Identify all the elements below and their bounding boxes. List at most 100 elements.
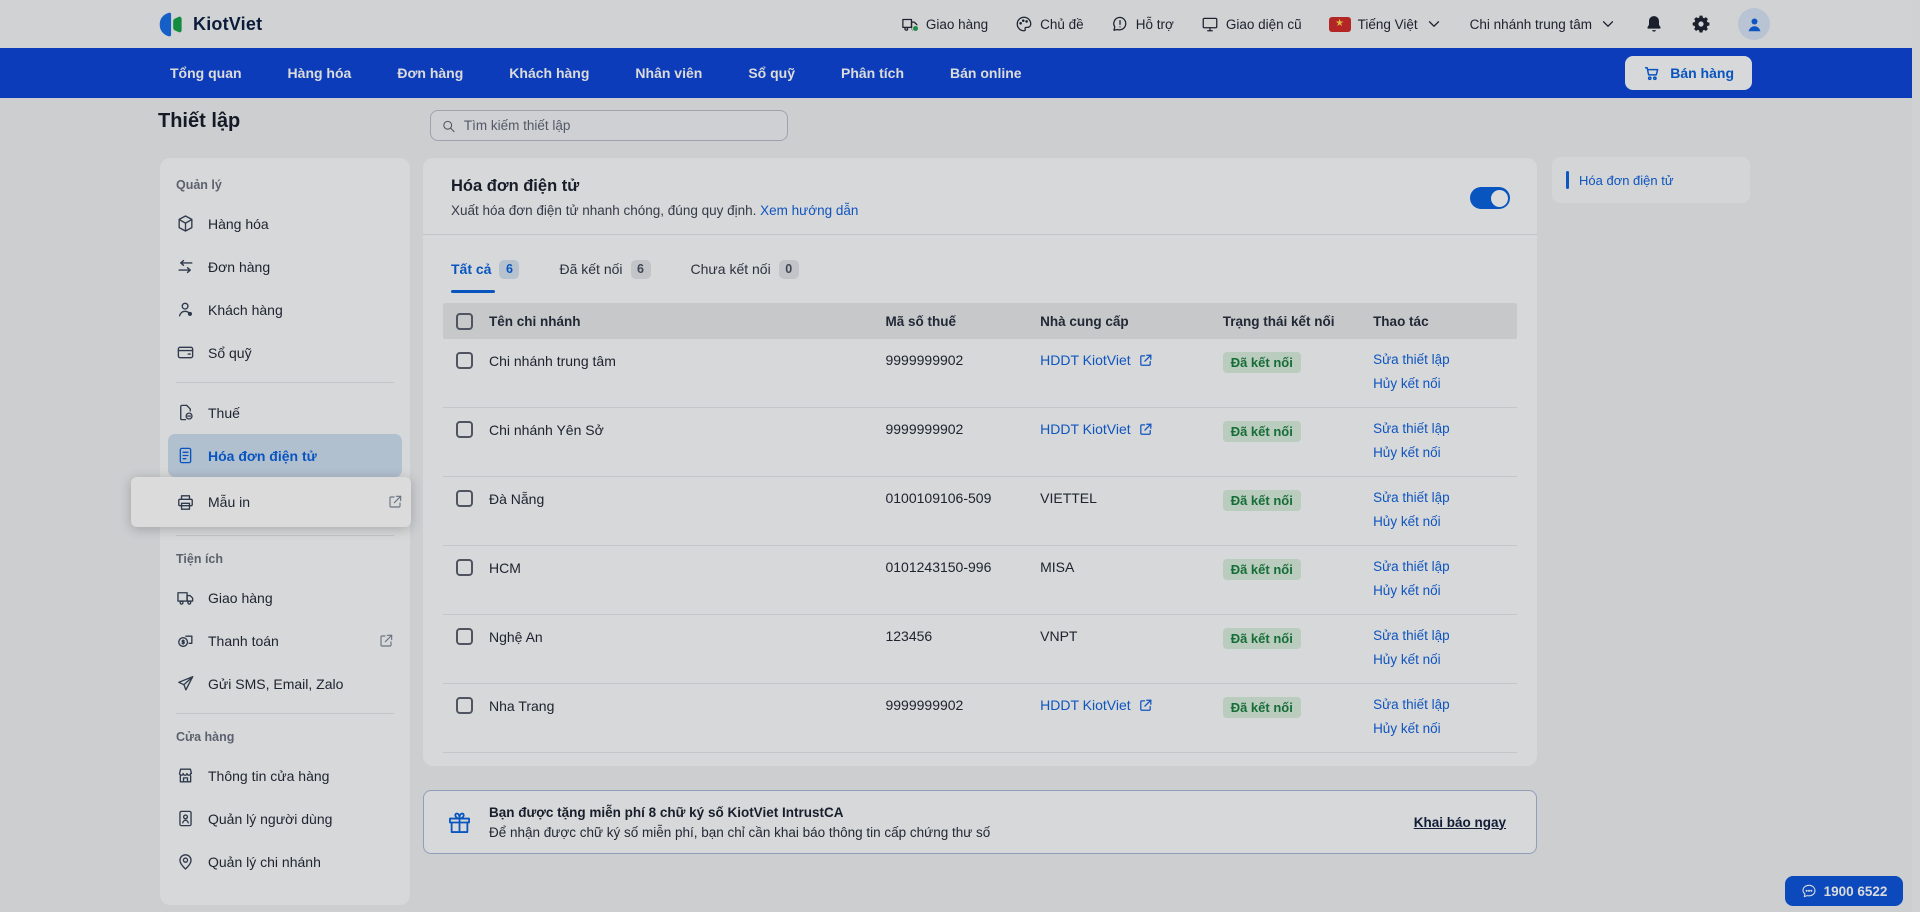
top-menu-item[interactable]: Hỗ trợ	[1111, 15, 1174, 33]
sidebar-item[interactable]: Gửi SMS, Email, Zalo	[168, 662, 402, 705]
cancel-connection-link[interactable]: Hủy kết nối	[1373, 583, 1517, 598]
sidebar-item-icon	[176, 631, 195, 650]
row-checkbox[interactable]	[456, 352, 473, 369]
page-title: Thiết lập	[158, 110, 241, 132]
sidebar-item-icon	[176, 493, 195, 512]
settings-search[interactable]	[430, 110, 788, 141]
nav-item[interactable]: Bán online	[950, 65, 1022, 81]
search-icon	[441, 118, 456, 134]
sidebar-item-icon	[176, 257, 195, 276]
nav-item[interactable]: Sổ quỹ	[748, 65, 795, 81]
sidebar-item-icon	[176, 588, 195, 607]
card-title: Hóa đơn điện tử	[451, 177, 580, 195]
row-checkbox[interactable]	[456, 490, 473, 507]
sidebar-item[interactable]: Quản lý chi nhánh	[168, 840, 402, 883]
branch-name: Đà Nẵng	[489, 490, 545, 507]
einvoice-toggle[interactable]	[1470, 187, 1510, 209]
nav-item[interactable]: Hàng hóa	[288, 65, 352, 81]
edit-setup-link[interactable]: Sửa thiết lập	[1373, 697, 1517, 712]
branch-selector[interactable]: Chi nhánh trung tâm	[1470, 15, 1617, 33]
provider-link[interactable]: HDDT KiotViet	[1040, 697, 1223, 713]
sidebar-item[interactable]: Thuế	[168, 391, 402, 434]
tab-count-badge: 6	[499, 259, 520, 279]
edit-setup-link[interactable]: Sửa thiết lập	[1373, 559, 1517, 574]
top-menu-item[interactable]: Giao diện cũ	[1201, 15, 1302, 33]
support-chat-button[interactable]: 1900 6522	[1785, 876, 1903, 906]
row-checkbox[interactable]	[456, 628, 473, 645]
nav-item[interactable]: Phân tích	[841, 65, 904, 81]
nav-item[interactable]: Tổng quan	[170, 65, 242, 81]
nav-item[interactable]: Nhân viên	[635, 65, 702, 81]
branch-name: Nha Trang	[489, 697, 555, 714]
main-nav: Tổng quan Hàng hóa Đơn hàng Khách hàng Nhân …	[0, 48, 1920, 98]
tax-code: 0101243150-996	[885, 559, 992, 575]
sidebar-item[interactable]: Thanh toán	[168, 619, 402, 662]
nav-item[interactable]: Khách hàng	[509, 65, 589, 81]
chat-bubble-icon	[1801, 883, 1817, 899]
edit-setup-link[interactable]: Sửa thiết lập	[1373, 490, 1517, 505]
tab[interactable]: Chưa kết nối 0	[691, 235, 799, 303]
nav-item[interactable]: Đơn hàng	[397, 65, 463, 81]
table-row: Chi nhánh Yên Sở 9999999902 HDDT KiotVie…	[443, 408, 1517, 477]
card-subtitle: Xuất hóa đơn điện tử nhanh chóng, đúng q…	[451, 203, 859, 218]
provider-link[interactable]: HDDT KiotViet	[1040, 421, 1223, 437]
search-input[interactable]	[463, 118, 777, 133]
sidebar-item[interactable]: Khách hàng	[168, 288, 402, 331]
provider-name: VNPT	[1040, 628, 1078, 644]
tab[interactable]: Đã kết nối 6	[559, 235, 651, 303]
cancel-connection-link[interactable]: Hủy kết nối	[1373, 514, 1517, 529]
gear-icon[interactable]	[1691, 14, 1711, 34]
tab-count-badge: 0	[778, 259, 799, 279]
sidebar-item[interactable]: Sổ quỹ	[168, 331, 402, 374]
sidebar-group: Quản lý Hàng hóa Đơn hàng Khách hàng Sổ …	[131, 170, 411, 527]
divider	[176, 713, 394, 714]
chevron-down-icon	[1599, 15, 1617, 33]
row-checkbox[interactable]	[456, 697, 473, 714]
top-menu: Giao hàng Chủ đề Hỗ trợ Giao diện cũ ★ T…	[901, 8, 1770, 40]
provider-name: VIETTEL	[1040, 490, 1097, 506]
top-menu-item[interactable]: Giao hàng	[901, 15, 988, 33]
scrollbar[interactable]	[1912, 0, 1920, 912]
cancel-connection-link[interactable]: Hủy kết nối	[1373, 376, 1517, 391]
declare-now-link[interactable]: Khai báo ngay	[1414, 815, 1506, 830]
sidebar-group-label: Quản lý	[176, 178, 222, 192]
status-badge: Đã kết nối	[1222, 421, 1301, 442]
sidebar-item[interactable]: Thông tin cửa hàng	[168, 754, 402, 797]
guide-link[interactable]: Xem hướng dẫn	[760, 203, 858, 218]
branch-name: Nghệ An	[489, 628, 543, 645]
sell-button[interactable]: Bán hàng	[1625, 56, 1752, 90]
avatar[interactable]	[1738, 8, 1770, 40]
sidebar-item[interactable]: Quản lý người dùng	[168, 797, 402, 840]
sidebar-item-icon	[176, 343, 195, 362]
tab[interactable]: Tất cả 6	[451, 235, 520, 303]
cancel-connection-link[interactable]: Hủy kết nối	[1373, 652, 1517, 667]
row-checkbox[interactable]	[456, 559, 473, 576]
sidebar-item[interactable]: Mẫu in	[131, 477, 411, 527]
sidebar-item[interactable]: Đơn hàng	[168, 245, 402, 288]
top-menu-item[interactable]: Chủ đề	[1015, 15, 1084, 33]
cancel-connection-link[interactable]: Hủy kết nối	[1373, 721, 1517, 736]
row-checkbox[interactable]	[456, 421, 473, 438]
edit-setup-link[interactable]: Sửa thiết lập	[1373, 628, 1517, 643]
sidebar-item[interactable]: Hóa đơn điện tử	[168, 434, 402, 477]
kiotviet-logo[interactable]: KiotViet	[158, 11, 262, 38]
sidebar-item-icon	[176, 809, 195, 828]
anchor-nav-einvoice[interactable]: Hóa đơn điện tử	[1552, 157, 1750, 203]
chevron-down-icon	[1425, 15, 1443, 33]
bell-icon[interactable]	[1644, 14, 1664, 34]
status-dot	[911, 25, 919, 32]
external-link-icon	[1138, 353, 1153, 368]
top-menu-icon	[1201, 15, 1219, 33]
edit-setup-link[interactable]: Sửa thiết lập	[1373, 352, 1517, 367]
sidebar-item[interactable]: Giao hàng	[168, 576, 402, 619]
select-all-checkbox[interactable]	[456, 312, 473, 330]
cancel-connection-link[interactable]: Hủy kết nối	[1373, 445, 1517, 460]
status-badge: Đã kết nối	[1222, 352, 1301, 373]
provider-link[interactable]: HDDT KiotViet	[1040, 352, 1223, 368]
top-menu-icon	[1015, 15, 1033, 33]
edit-setup-link[interactable]: Sửa thiết lập	[1373, 421, 1517, 436]
language-selector[interactable]: ★ Tiếng Việt	[1328, 15, 1443, 33]
sidebar-item[interactable]: Hàng hóa	[168, 202, 402, 245]
sidebar-item-icon	[176, 403, 195, 422]
table-row: Đà Nẵng 0100109106-509 VIETTEL Đã kết nố…	[443, 477, 1517, 546]
